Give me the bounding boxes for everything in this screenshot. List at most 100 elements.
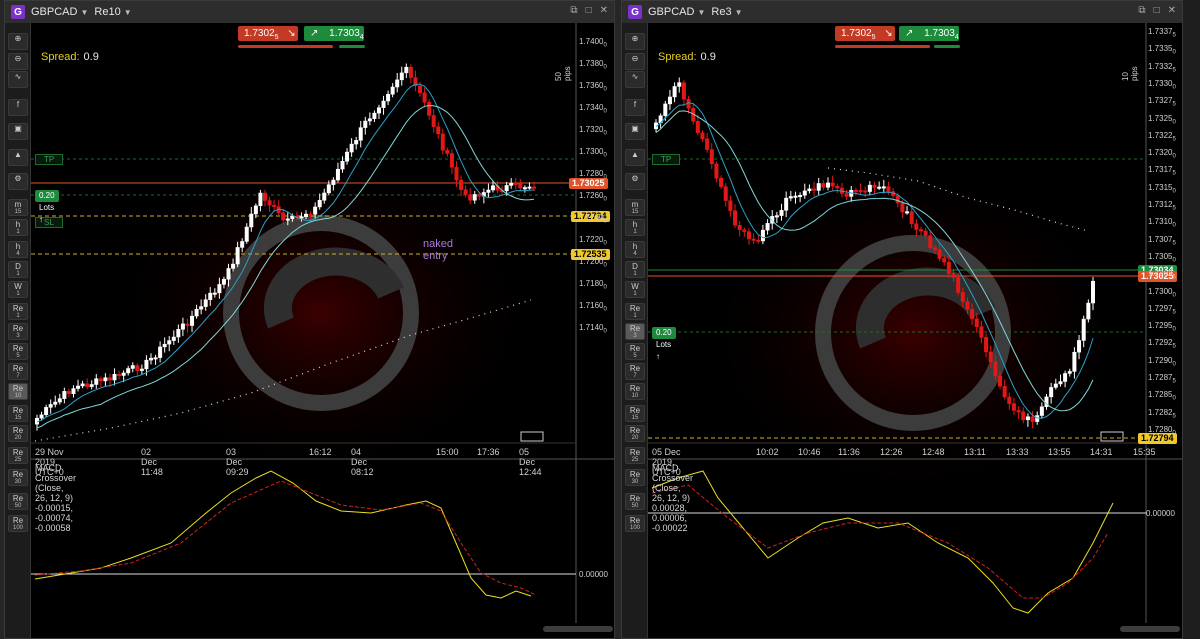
renko-re5-icon[interactable]: Re 5 [8,343,28,360]
renko-re100-icon[interactable]: Re 100 [625,515,645,532]
renko-re20-icon[interactable]: Re 20 [8,425,28,442]
chevron-down-icon[interactable]: ▼ [697,8,705,17]
candle [1067,371,1072,374]
renko-re10-icon[interactable]: Re 10 [625,383,645,400]
f-icon[interactable]: f [8,99,28,116]
timeframe-m15-icon[interactable]: m 15 [625,199,645,216]
renko-re7-icon[interactable]: Re 7 [625,363,645,380]
timeframe-h1-icon[interactable]: h1 [8,219,28,236]
maximize-icon[interactable]: □ [1154,5,1160,16]
candle [527,186,532,189]
candle [304,213,309,217]
horizontal-scrollbar[interactable] [543,626,613,632]
renko-re25-icon[interactable]: Re 25 [625,447,645,464]
settings-icon[interactable]: ⚙ [8,173,28,190]
position-lots-label[interactable]: 0.20 Lots ↑ [35,190,59,224]
candle [705,138,710,150]
renko-re10-icon[interactable]: Re 10 [8,383,28,400]
robot-icon[interactable]: ▣ [8,123,28,140]
chevron-down-icon[interactable]: ▼ [124,8,132,17]
buy-button[interactable]: ↗ 1.73034 [899,26,959,41]
close-icon[interactable]: ✕ [1168,5,1176,16]
candle [1021,411,1026,421]
renko-re30-icon[interactable]: Re 30 [8,469,28,486]
macd-signal-line [34,480,537,596]
chart-titlebar[interactable]: G GBPCAD ▼ Re3 ▼ ⧉ □ ✕ [622,1,1182,23]
candle [249,213,254,228]
renko-re30-icon[interactable]: Re 30 [625,469,645,486]
candle [217,284,222,294]
sell-button[interactable]: 1.73025 ↘ [238,26,298,41]
renko-re5-icon[interactable]: Re 5 [625,343,645,360]
renko-re15-icon[interactable]: Re 15 [8,405,28,422]
close-icon[interactable]: ✕ [600,5,608,16]
renko-re20-icon[interactable]: Re 20 [625,425,645,442]
horizontal-scrollbar[interactable] [1120,626,1180,632]
indicator-icon[interactable]: ∿ [625,71,645,88]
renko-re3-icon[interactable]: Re 3 [8,323,28,340]
symbol-selector[interactable]: GBPCAD [648,6,694,18]
chart-titlebar[interactable]: G GBPCAD ▼ Re10 ▼ ⧉ □ ✕ [5,1,614,23]
timeframe-m15-icon[interactable]: m 15 [8,199,28,216]
candle [681,82,686,100]
buy-button[interactable]: ↗ 1.73034 [304,26,364,41]
price-axis-label: 1.72975 [1148,303,1176,316]
candle [313,206,318,215]
timeframe-w1-icon[interactable]: W1 [8,281,28,298]
tp-marker[interactable]: TP [652,154,680,165]
maximize-icon[interactable]: □ [586,5,592,16]
price-axis-label: 1.73350 [1148,44,1176,56]
symbol-selector[interactable]: GBPCAD [31,6,77,18]
buy-volume-bar [339,45,365,48]
price-axis-label: 1.72400 [579,213,607,225]
robot-icon[interactable]: ▣ [625,123,645,140]
timeframe-selector[interactable]: Re3 [711,6,731,18]
f-icon[interactable]: f [625,99,645,116]
drawing-icon[interactable]: ▲ [625,149,645,166]
indicator-icon[interactable]: ∿ [8,71,28,88]
timeframe-d1-icon[interactable]: D1 [625,261,645,278]
time-axis-label: 11:36 [838,447,860,457]
zoom-in-icon[interactable]: ⊕ [625,33,645,50]
renko-re3-icon[interactable]: Re 3 [625,323,645,340]
detach-icon[interactable]: ⧉ [1138,5,1145,16]
candle [62,391,67,399]
renko-re50-icon[interactable]: Re 50 [625,493,645,510]
timeframe-d1-icon[interactable]: D1 [8,261,28,278]
zoom-out-icon[interactable]: ⊖ [8,53,28,70]
chart-canvas[interactable] [31,23,614,639]
candle [212,292,217,295]
candle [1072,351,1077,372]
candle [208,292,213,300]
chevron-down-icon[interactable]: ▼ [80,8,88,17]
renko-re100-icon[interactable]: Re 100 [8,515,28,532]
position-lots-label[interactable]: 0.20 Lots ↑ [652,327,676,361]
renko-re7-icon[interactable]: Re 7 [8,363,28,380]
renko-re1-icon[interactable]: Re 1 [625,303,645,320]
timeframe-h4-icon[interactable]: h4 [8,241,28,258]
right-sidebar[interactable] [1183,0,1200,639]
detach-icon[interactable]: ⧉ [570,5,577,16]
timeframe-h1-icon[interactable]: h1 [625,219,645,236]
zoom-out-icon[interactable]: ⊖ [625,53,645,70]
candle [1049,387,1054,398]
candle [231,263,236,269]
renko-re1-icon[interactable]: Re 1 [8,303,28,320]
timeframe-selector[interactable]: Re10 [94,6,120,18]
timeframe-w1-icon[interactable]: W1 [625,281,645,298]
drawing-icon[interactable]: ▲ [8,149,28,166]
candle [162,343,167,348]
candle [76,385,81,389]
renko-re50-icon[interactable]: Re 50 [8,493,28,510]
renko-re25-icon[interactable]: Re 25 [8,447,28,464]
chevron-down-icon[interactable]: ▼ [735,8,743,17]
time-axis-label: 05 Dec 2019, UTC+0 [652,447,681,477]
chart-canvas[interactable] [648,23,1182,639]
timeframe-h4-icon[interactable]: h4 [625,241,645,258]
renko-re15-icon[interactable]: Re 15 [625,405,645,422]
settings-icon[interactable]: ⚙ [625,173,645,190]
zoom-in-icon[interactable]: ⊕ [8,33,28,50]
sell-button[interactable]: 1.73025 ↘ [835,26,895,41]
candle [386,93,391,102]
tp-marker[interactable]: TP [35,154,63,165]
